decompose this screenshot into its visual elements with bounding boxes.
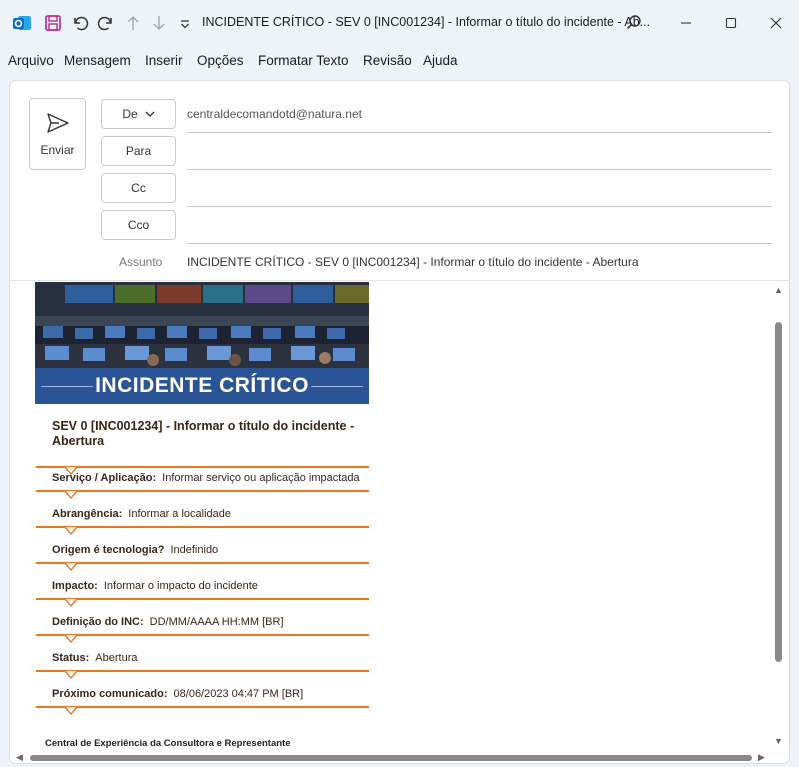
customize-toolbar-icon[interactable] <box>175 12 195 34</box>
from-address: centraldecomandotd@natura.net <box>187 107 362 121</box>
cc-button[interactable]: Cc <box>101 173 176 203</box>
incident-title: SEV 0 [INC001234] - Informar o título do… <box>52 419 355 448</box>
arrow-down-icon[interactable] <box>149 12 169 34</box>
field-label: Definição do INC: <box>52 616 144 628</box>
tab-arquivo[interactable]: Arquivo <box>8 53 54 68</box>
field-row-impacto: Impacto: Informar o impacto do incidente <box>36 580 369 616</box>
to-button[interactable]: Para <box>101 136 176 166</box>
field-row-definicao: Definição do INC: DD/MM/AAAA HH:MM [BR] <box>36 616 369 652</box>
maximize-button[interactable] <box>711 8 751 38</box>
field-label: Próximo comunicado: <box>52 688 168 700</box>
redo-icon[interactable] <box>96 12 116 34</box>
compose-pane: Enviar De centraldecomandotd@natura.net … <box>9 80 790 764</box>
to-field[interactable] <box>187 169 772 170</box>
undo-icon[interactable] <box>70 12 90 34</box>
field-label: Origem é tecnologia? <box>52 544 165 556</box>
field-row-abrangencia: Abrangência: Informar a localidade <box>36 508 369 544</box>
arrow-up-icon[interactable] <box>123 12 143 34</box>
field-value: DD/MM/AAAA HH:MM [BR] <box>149 616 284 628</box>
to-label: Para <box>125 144 152 158</box>
bcc-label: Cco <box>127 218 150 232</box>
from-underline <box>187 132 772 133</box>
header-divider <box>10 280 789 281</box>
chevron-down-icon <box>145 111 155 117</box>
send-button[interactable]: Enviar <box>29 98 86 170</box>
field-label: Status: <box>52 652 90 664</box>
send-label: Enviar <box>40 143 75 157</box>
tab-formatar-texto[interactable]: Formatar Texto <box>258 53 349 68</box>
send-icon <box>47 113 69 133</box>
field-value: Informar a localidade <box>128 508 232 520</box>
field-row-proximo: Próximo comunicado: 08/06/2023 04:47 PM [… <box>36 688 369 724</box>
scroll-right-icon[interactable]: ▶ <box>758 752 765 763</box>
from-label: De <box>122 107 138 121</box>
tab-mensagem[interactable]: Mensagem <box>64 53 131 68</box>
vertical-scrollbar[interactable]: ▲ ▼ <box>770 281 788 751</box>
outlook-app-icon <box>12 12 32 34</box>
scroll-left-icon[interactable]: ◀ <box>16 752 23 763</box>
field-value: 08/06/2023 04:47 PM [BR] <box>173 688 304 700</box>
vertical-scroll-thumb[interactable] <box>775 322 782 662</box>
search-icon[interactable] <box>624 12 644 34</box>
field-row-status: Status: Abertura <box>36 652 369 688</box>
field-label: Abrangência: <box>52 508 123 520</box>
control-room-photo <box>35 282 369 368</box>
subject-label: Assunto <box>119 255 163 269</box>
banner-image: INCIDENTE CRÍTICO <box>35 282 369 404</box>
window-title: INCIDENTE CRÍTICO - SEV 0 [INC001234] - … <box>202 15 651 29</box>
field-value: Indefinido <box>170 544 219 556</box>
horizontal-scroll-thumb[interactable] <box>30 755 752 761</box>
scroll-down-icon[interactable]: ▼ <box>774 736 783 746</box>
horizontal-scrollbar[interactable]: ◀ ▶ <box>10 751 770 763</box>
bcc-field[interactable] <box>187 243 772 244</box>
subject-input[interactable]: INCIDENTE CRÍTICO - SEV 0 [INC001234] - … <box>187 255 639 269</box>
scroll-up-icon[interactable]: ▲ <box>774 285 783 295</box>
tab-ajuda[interactable]: Ajuda <box>423 53 458 68</box>
field-label: Impacto: <box>52 580 98 592</box>
tab-revisao[interactable]: Revisão <box>363 53 412 68</box>
field-label: Serviço / Aplicação: <box>52 472 157 484</box>
field-value: Informar serviço ou aplicação impactada <box>162 472 360 484</box>
minimize-button[interactable] <box>666 8 706 38</box>
title-bar: INCIDENTE CRÍTICO - SEV 0 [INC001234] - … <box>0 0 799 46</box>
cc-field[interactable] <box>187 206 772 207</box>
bcc-button[interactable]: Cco <box>101 210 176 240</box>
close-button[interactable] <box>756 8 796 38</box>
ribbon-tabs: Arquivo Mensagem Inserir Opções Formatar… <box>0 46 799 76</box>
field-value: Informar o impacto do incidente <box>103 580 258 592</box>
banner-strip: INCIDENTE CRÍTICO <box>35 368 369 404</box>
cc-label: Cc <box>131 181 146 195</box>
tab-inserir[interactable]: Inserir <box>145 53 183 68</box>
field-row-servico: Serviço / Aplicação: Informar serviço ou … <box>36 472 369 508</box>
tab-opcoes[interactable]: Opções <box>197 53 244 68</box>
footer-text: Central de Experiência da Consultora e R… <box>45 738 291 749</box>
save-icon[interactable] <box>43 12 63 34</box>
from-button[interactable]: De <box>101 99 176 129</box>
field-value: Abertura <box>95 652 138 664</box>
field-row-origem: Origem é tecnologia? Indefinido <box>36 544 369 580</box>
